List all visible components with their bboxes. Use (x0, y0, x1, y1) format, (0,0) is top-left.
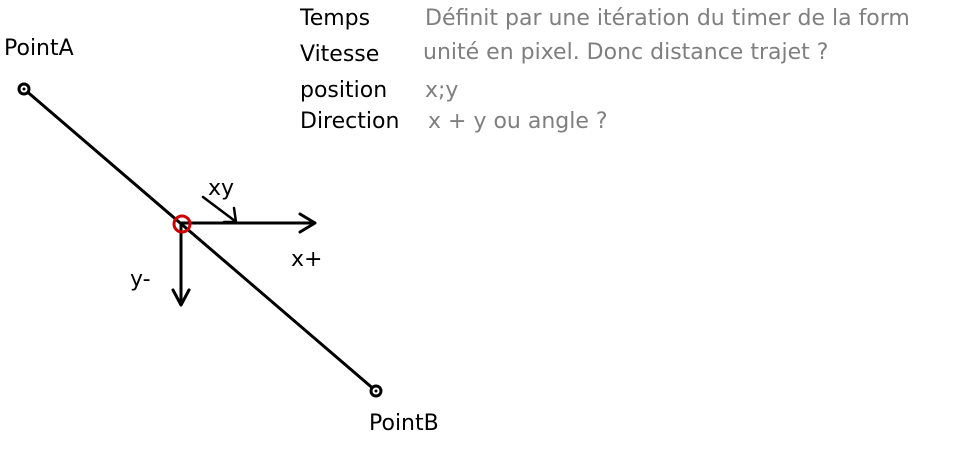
note-term: Vitesse (300, 42, 380, 67)
note-term: Direction (300, 109, 400, 134)
point-b-label: PointB (369, 411, 439, 436)
point-b-dot (374, 389, 378, 393)
trajectory-line (22, 87, 378, 393)
note-term: position (300, 78, 388, 103)
xy-axis-label: xy (208, 176, 235, 201)
note-description: unité en pixel. Donc distance trajet ? (423, 40, 829, 65)
note-description: x + y ou angle ? (428, 109, 608, 134)
note-description: Définit par une itération du timer de la… (425, 6, 910, 31)
y-axis-label: y- (130, 267, 151, 292)
trajectory-diagram (17, 82, 383, 398)
note-description: x;y (425, 78, 459, 103)
note-term: Temps (300, 6, 371, 31)
point-a-label: PointA (4, 36, 74, 61)
point-a-dot (22, 87, 26, 91)
x-axis-label: x+ (291, 247, 323, 272)
